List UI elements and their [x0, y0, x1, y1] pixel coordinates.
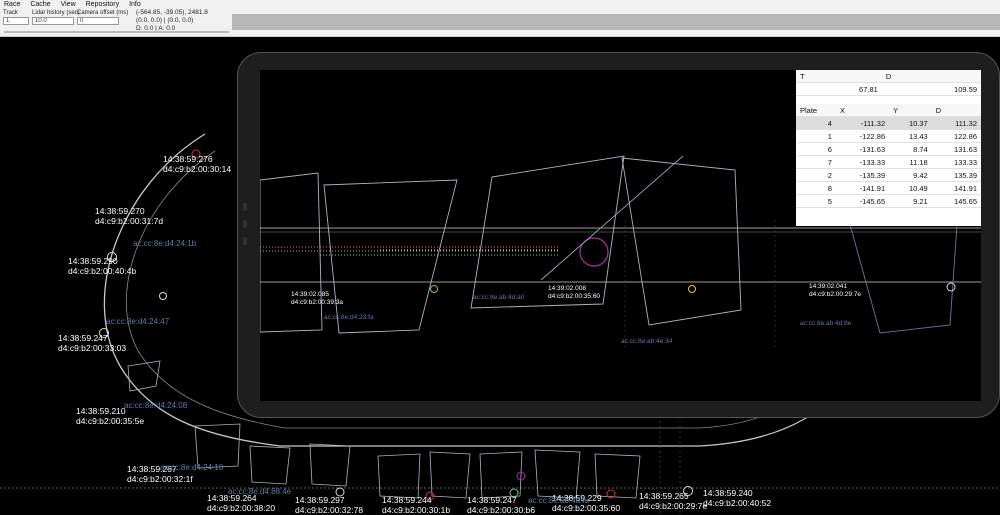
- transponder-label: ac:cc:8e:ab:4e:34: [621, 338, 673, 345]
- transponder-label: ac:cc:8e:ab:4d:fa: [528, 496, 589, 505]
- camera-offset-stepper[interactable]: [77, 17, 119, 25]
- camera-tablet: 14:39:02.085 d4:c9:b2:00:39:3a 14:39:02.0…: [237, 52, 1000, 418]
- column-header[interactable]: Plate: [796, 104, 836, 117]
- table-row[interactable]: 4 -111.32 10.37 111.32: [796, 116, 981, 130]
- trajectory-line: [540, 155, 684, 281]
- kart-box: [127, 360, 161, 392]
- lidar-trail: [260, 246, 560, 256]
- d-value: 109.59: [881, 82, 981, 96]
- summary-table: T D 67.81 109.59: [796, 70, 981, 96]
- d-header: D: [881, 70, 981, 83]
- t-header: T: [796, 70, 882, 83]
- kart-box: [534, 449, 581, 499]
- menu-view[interactable]: View: [61, 0, 76, 9]
- lidar-history-stepper[interactable]: [32, 17, 74, 25]
- tablet-button: [243, 237, 247, 245]
- track-label: Track: [3, 10, 18, 16]
- kart-box: [194, 423, 241, 469]
- column-header[interactable]: D: [931, 104, 981, 117]
- kart-box: [377, 453, 421, 499]
- kart-label: 14:38:59.247 d4:c9:b2:00:33:03: [58, 333, 127, 353]
- track-stepper[interactable]: [3, 17, 29, 25]
- camera-view[interactable]: 14:39:02.085 d4:c9:b2:00:39:3a 14:39:02.0…: [260, 70, 981, 401]
- table-row[interactable]: 1 -122.86 13.43 122.86: [796, 129, 981, 143]
- transponder-label: ac:cc:8e:d4:24:08: [124, 401, 188, 410]
- menu-race[interactable]: Race: [4, 0, 20, 9]
- secondary-toolbar: [232, 14, 1000, 30]
- tablet-button: [243, 220, 247, 228]
- column-header[interactable]: Y: [889, 104, 932, 117]
- transponder-label: ac:cc:8e:d4:23:fa: [324, 314, 374, 321]
- t-value: 67.81: [796, 82, 882, 96]
- kart-box: [249, 445, 291, 485]
- tablet-button: [243, 203, 247, 211]
- kart-box: [309, 443, 351, 487]
- table-row[interactable]: 2 -135.39 9.42 135.39: [796, 168, 981, 182]
- kart-label: 14:38:59.265 d4:c9:b2:00:29:7e: [639, 491, 708, 511]
- kart-box: [260, 172, 323, 333]
- table-row[interactable]: 6 -131.63 8.74 131.63: [796, 142, 981, 156]
- kart-marker: [159, 292, 167, 300]
- kart-box: [621, 157, 742, 326]
- kart-label: 14:38:59.244 d4:c9:b2:00:30:1b: [382, 495, 451, 515]
- lidar-history-label: Lidar history (sec): [32, 10, 80, 16]
- kart-marker: [946, 282, 956, 292]
- kart-label: 14:39:02.085 d4:c9:b2:00:39:3a: [291, 291, 344, 306]
- kart-marker: [430, 285, 438, 293]
- kart-label: 14:38:59.290 d4:c9:b2:00:40:4b: [68, 256, 137, 276]
- camera-offset-label: Camera offset (ms): [77, 10, 129, 16]
- kart-label: 14:38:59.297 d4:c9:b2:00:32:78: [295, 495, 364, 515]
- transponder-label: ac:cc:8e:d4:88:4e: [228, 487, 292, 496]
- track-view[interactable]: 14:38:59.276 d4:c9:b2:00:30:14 14:38:59.2…: [0, 36, 1000, 515]
- position-readout: (-564.85, -39.05), 2481.8: [136, 9, 208, 16]
- transponder-label: ac:cc:8e:d4:24:47: [106, 317, 170, 326]
- menu-repository[interactable]: Repository: [86, 0, 119, 9]
- table-row[interactable]: 7 -133.33 11.18 133.33: [796, 155, 981, 169]
- transponder-label: ac:cc:8e:ab:4d:8e: [800, 320, 852, 327]
- menu-info[interactable]: Info: [129, 0, 141, 9]
- column-header[interactable]: X: [835, 104, 890, 117]
- kart-label: 14:38:59.264 d4:c9:b2:00:38:20: [207, 493, 276, 513]
- kart-box: [594, 453, 641, 499]
- menu-cache[interactable]: Cache: [30, 0, 50, 9]
- kart-label: 14:38:59.247 d4:c9:b2:00:30:b6: [467, 495, 536, 515]
- kart-label: 14:38:59.276 d4:c9:b2:00:30:14: [163, 154, 232, 174]
- kart-label: 14:38:59.240 d4:c9:b2:00:40:52: [703, 488, 772, 508]
- kart-box: [429, 451, 471, 499]
- offset-readout: (0.0, 0.0) | (0.0, 0.0): [136, 17, 194, 24]
- plates-table: Plate X Y D 4 -111.32 10.37 111.32 1 -122.86…: [796, 104, 981, 208]
- menu-bar: Race Cache View Repository Info: [0, 0, 141, 9]
- kart-label: 14:38:59.270 d4:c9:b2:00:31:7d: [95, 206, 164, 226]
- kart-marker: [688, 285, 696, 293]
- results-panel: T D 67.81 109.59 Plate X Y D 4 -111.32 1…: [796, 70, 981, 226]
- app-toolbar: Race Cache View Repository Info Track Li…: [0, 0, 1000, 37]
- transponder-label: ac:cc:8e:d4:24:1b: [133, 239, 197, 248]
- kart-label: 14:39:02.041 d4:c9:b2:00:29:7e: [809, 283, 862, 298]
- transponder-label: ac:cc:8e:d4:24:10: [160, 463, 224, 472]
- timeline-slider[interactable]: [4, 31, 229, 33]
- table-row[interactable]: 8 -141.91 10.49 141.91: [796, 181, 981, 195]
- transponder-label: ac:cc:8e:ab:4d:a0: [473, 294, 525, 301]
- kart-label: 14:39:02.008 d4:c9:b2:00:35:60: [548, 285, 601, 300]
- kart-box: [479, 451, 523, 499]
- table-row[interactable]: 5 -145.65 9.21 145.65: [796, 194, 981, 208]
- kart-box: [323, 179, 458, 334]
